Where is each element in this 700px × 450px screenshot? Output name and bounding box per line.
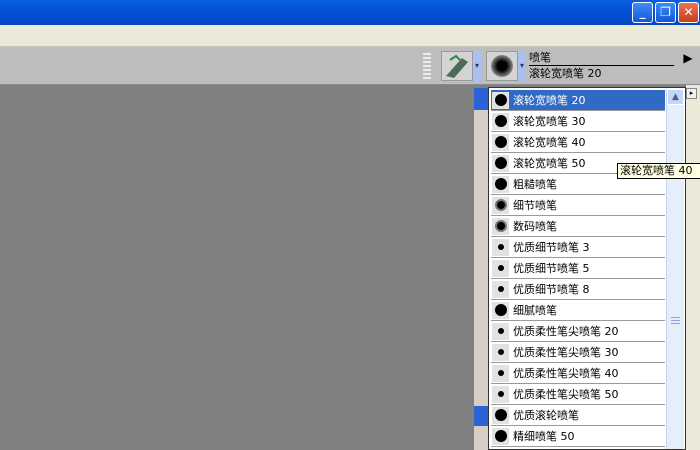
brush-dab-icon — [492, 280, 509, 298]
brush-list-item-label: 优质细节喷笔 8 — [513, 283, 590, 296]
brush-list-item[interactable]: 优质细节喷笔 3 — [491, 237, 665, 258]
brush-list-item-label: 优质滚轮喷笔 — [513, 409, 579, 422]
brush-category-button[interactable] — [441, 51, 473, 81]
brush-list-item[interactable]: 滚轮宽喷笔 30 — [491, 111, 665, 132]
brush-list-item[interactable]: 优质滚轮喷笔 — [491, 405, 665, 426]
brush-list-item-label: 滚轮宽喷笔 50 — [513, 157, 586, 170]
brush-list-item-label: 数码喷笔 — [513, 220, 557, 233]
brush-dab-icon — [492, 238, 509, 256]
brush-list-item[interactable]: 数码喷笔 — [491, 216, 665, 237]
brush-list-item[interactable]: 优质柔性笔尖喷笔 20 — [491, 321, 665, 342]
scroll-up-button[interactable]: ▲ — [667, 89, 684, 105]
brush-dab-icon — [492, 175, 509, 193]
brush-list-item[interactable]: 优质柔性笔尖喷笔 30 — [491, 342, 665, 363]
brush-list-item[interactable]: 优质柔性笔尖喷笔 50 — [491, 384, 665, 405]
close-button[interactable]: ✕ — [678, 2, 699, 23]
brush-dab-icon — [492, 112, 509, 130]
brush-list-item-label: 优质柔性笔尖喷笔 40 — [513, 367, 619, 380]
brush-variant-label: 滚轮宽喷笔 20 — [529, 67, 602, 80]
brush-variant-list[interactable]: ▲ 滚轮宽喷笔 20 滚轮宽喷笔 30 滚轮宽喷笔 40 滚轮宽喷笔 50 粗糙喷笔细节… — [488, 87, 686, 450]
restore-button[interactable]: ❐ — [655, 2, 676, 23]
scrollbar[interactable]: ▲ — [666, 89, 684, 449]
brush-list-item[interactable]: 优质柔性笔尖喷笔 40 — [491, 363, 665, 384]
brush-list-item-label: 滚轮宽喷笔 30 — [513, 115, 586, 128]
brush-dab-icon — [492, 427, 509, 445]
brush-list-item-label: 滚轮宽喷笔 20 — [513, 94, 586, 107]
brush-list-item-label: 优质柔性笔尖喷笔 30 — [513, 346, 619, 359]
brush-dab-icon — [492, 301, 509, 319]
tooltip: 滚轮宽喷笔 40 — [617, 163, 700, 179]
brush-list-item-label: 优质柔性笔尖喷笔 50 — [513, 388, 619, 401]
brush-dab-icon — [492, 133, 509, 151]
brush-dab-icon — [492, 322, 509, 340]
side-panel — [686, 85, 700, 450]
brush-list-item[interactable]: 细腻喷笔 — [491, 300, 665, 321]
brush-list-item[interactable]: 优质细节喷笔 8 — [491, 279, 665, 300]
brush-list-item[interactable]: 精细喷笔 50 — [491, 426, 665, 447]
title-bar: _ ❐ ✕ — [0, 0, 700, 25]
brush-dab-icon — [492, 259, 509, 277]
brush-dab-icon — [492, 154, 509, 172]
brush-list-item-label: 优质细节喷笔 3 — [513, 241, 590, 254]
brush-dab-icon — [492, 385, 509, 403]
brush-list-item-label: 细节喷笔 — [513, 199, 557, 212]
brush-dab-icon — [492, 91, 509, 109]
toolbar-more-button[interactable]: ▶ — [678, 49, 698, 83]
brush-list-item[interactable]: 滚轮宽喷笔 40 — [491, 132, 665, 153]
brush-list-item-label: 优质柔性笔尖喷笔 20 — [513, 325, 619, 338]
scroll-thumb[interactable] — [671, 317, 680, 325]
toolbar-grip[interactable] — [423, 53, 431, 79]
minimize-button[interactable]: _ — [632, 2, 653, 23]
property-bar: ▾ ▾ 喷笔 滚轮宽喷笔 20 ▶ — [0, 47, 700, 85]
brush-dab-icon — [492, 343, 509, 361]
brush-dab-icon — [492, 196, 509, 214]
brush-dab-icon — [492, 364, 509, 382]
brush-list-item-label: 优质细节喷笔 5 — [513, 262, 590, 275]
brush-list-item[interactable]: 滚轮宽喷笔 20 — [491, 90, 665, 111]
soft-brush-icon — [491, 55, 513, 77]
brush-category-label: 喷笔 — [529, 51, 674, 66]
side-expand-button[interactable]: ▸ — [686, 88, 697, 99]
brush-variant-dropdown[interactable]: ▾ — [518, 51, 526, 81]
brush-list-item-label: 粗糙喷笔 — [513, 178, 557, 191]
brush-list-item[interactable]: 优质细节喷笔 5 — [491, 258, 665, 279]
brush-list-item-label: 细腻喷笔 — [513, 304, 557, 317]
brush-category-dropdown[interactable]: ▾ — [473, 51, 481, 81]
menu-bar — [0, 25, 700, 47]
brush-dab-icon — [492, 406, 509, 424]
brush-list-item[interactable]: 细节喷笔 — [491, 195, 665, 216]
brush-dab-icon — [492, 217, 509, 235]
airbrush-icon — [446, 54, 468, 78]
brush-list-item-label: 滚轮宽喷笔 40 — [513, 136, 586, 149]
brush-list-item-label: 精细喷笔 50 — [513, 430, 575, 443]
brush-variant-button[interactable] — [486, 51, 518, 81]
